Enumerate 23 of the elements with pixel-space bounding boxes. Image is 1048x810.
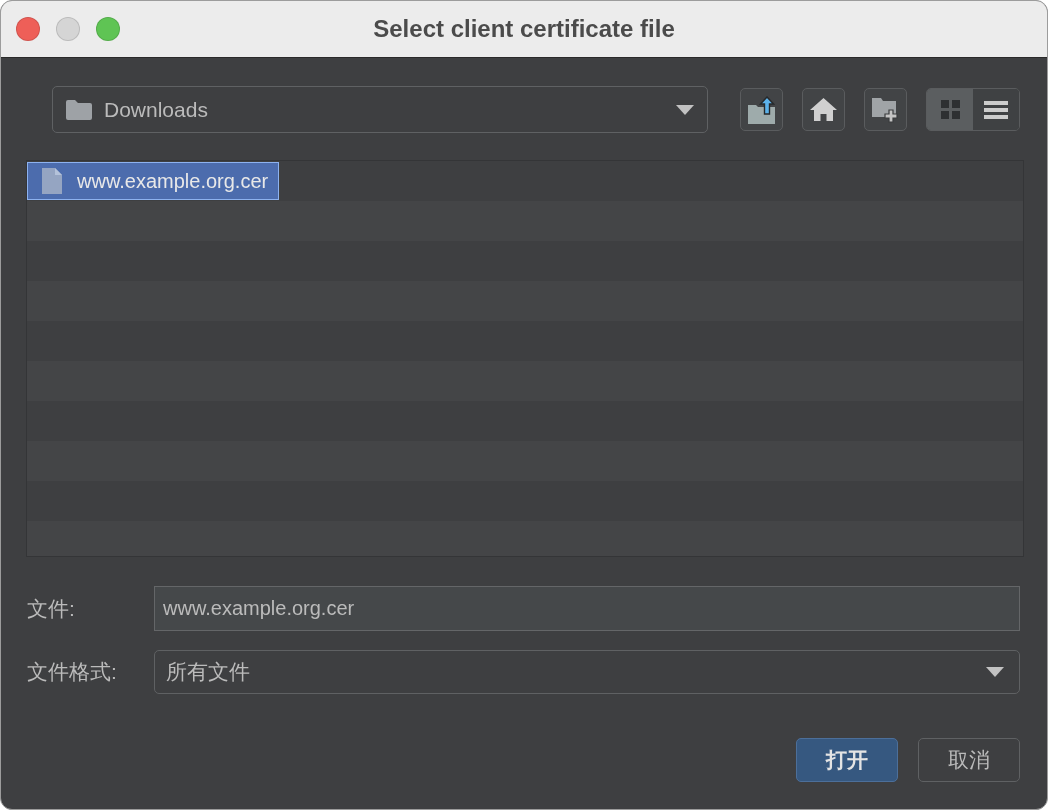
caret-icon xyxy=(676,104,694,115)
folder-icon xyxy=(66,99,92,120)
zoom-button[interactable] xyxy=(96,17,120,41)
field-label: 文件: xyxy=(27,595,76,622)
grid-view-icon xyxy=(940,100,960,119)
file-name-field[interactable]: www.example.org.cer xyxy=(154,586,1020,631)
file-format-dropdown[interactable]: 所有文件 xyxy=(154,650,1020,694)
parent-folder-button[interactable] xyxy=(740,88,783,131)
window-title: Select client certificate file xyxy=(373,15,675,43)
folder-plus-icon xyxy=(871,96,900,123)
file-icon xyxy=(42,168,62,194)
home-button[interactable] xyxy=(802,88,845,131)
close-button[interactable] xyxy=(16,17,40,41)
new-folder-button[interactable] xyxy=(864,88,907,131)
cancel-button[interactable]: 取消 xyxy=(918,738,1020,782)
location-dropdown[interactable]: Downloads xyxy=(52,86,708,133)
list-view-icon xyxy=(984,100,1008,119)
file-item[interactable]: www.example.org.cer xyxy=(27,162,280,200)
folder-up-arrow-icon xyxy=(748,95,775,124)
open-button[interactable]: 打开 xyxy=(796,738,898,782)
field-label: 文件格式: xyxy=(27,659,118,685)
caret-icon xyxy=(986,667,1004,677)
home-icon xyxy=(810,98,837,121)
